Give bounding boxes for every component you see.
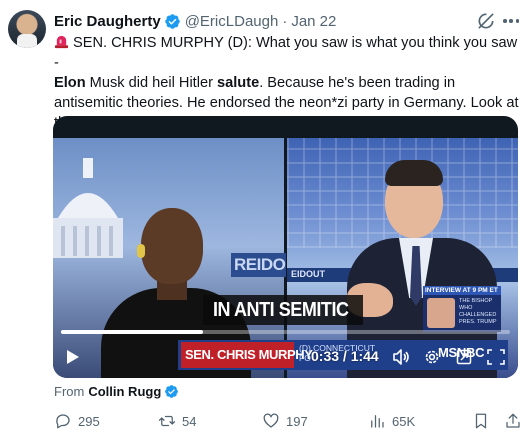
tweet-date[interactable]: Jan 22 bbox=[291, 13, 336, 30]
tweet-bold-salute: salute bbox=[217, 75, 260, 91]
interview-promo-image bbox=[427, 298, 455, 328]
interview-promo-box: INTERVIEW AT 9 PM ET THE BISHOP WHO CHAL… bbox=[423, 286, 501, 332]
video-progress-fill bbox=[61, 330, 204, 334]
share-icon bbox=[506, 413, 520, 428]
author-avatar[interactable] bbox=[8, 10, 46, 48]
tweet-actions: 295 54 197 65K bbox=[54, 412, 524, 432]
bookmark-icon bbox=[475, 413, 487, 429]
interview-promo-text: THE BISHOP WHO CHALLENGED PRES. TRUMP bbox=[459, 298, 497, 325]
like-count: 197 bbox=[286, 413, 308, 429]
video-time: 0:33 / 1:44 bbox=[311, 348, 379, 364]
grok-icon[interactable] bbox=[476, 11, 496, 31]
share-button[interactable] bbox=[504, 412, 528, 430]
play-icon[interactable] bbox=[66, 349, 80, 365]
tweet-card[interactable]: Eric Daugherty @EricLDaugh · Jan 22 SEN.… bbox=[0, 0, 530, 432]
verified-badge-icon bbox=[164, 13, 180, 29]
host-earring bbox=[137, 244, 145, 258]
settings-gear-icon[interactable] bbox=[423, 348, 441, 366]
author-handle[interactable]: @EricLDaugh bbox=[185, 13, 279, 30]
more-options-icon[interactable] bbox=[500, 11, 522, 31]
lower-third-name: SEN. CHRIS MURPHY bbox=[181, 342, 313, 368]
video-player[interactable]: REIDO EIDOUT INTERVIEW AT 9 PM ET THE BI… bbox=[53, 116, 518, 378]
tweet-bold-elon: Elon bbox=[54, 75, 86, 91]
interview-promo-label: INTERVIEW AT 9 PM ET bbox=[423, 286, 501, 295]
header-separator: · bbox=[282, 12, 288, 30]
author-display-name[interactable]: Eric Daugherty bbox=[54, 13, 161, 30]
bookmark-button[interactable] bbox=[472, 412, 496, 430]
repost-count: 54 bbox=[182, 413, 197, 429]
repost-button[interactable]: 54 bbox=[158, 412, 196, 430]
source-name[interactable]: Collin Rugg bbox=[88, 384, 161, 399]
views-button[interactable]: 65K bbox=[368, 412, 415, 430]
volume-icon[interactable] bbox=[392, 348, 410, 366]
verified-badge-icon bbox=[165, 385, 179, 398]
tweet-text-mid: Musk did heil Hitler bbox=[85, 75, 218, 91]
source-label: From bbox=[54, 384, 85, 399]
video-progress-bar[interactable] bbox=[61, 330, 510, 334]
avatar-shirt bbox=[17, 34, 37, 48]
capitol-dome-graphic bbox=[53, 158, 123, 258]
guest-figure-hair bbox=[385, 160, 443, 186]
tweet-header: Eric Daugherty @EricLDaugh · Jan 22 bbox=[54, 11, 336, 31]
repost-icon bbox=[158, 415, 176, 427]
heart-icon bbox=[263, 413, 279, 428]
host-figure-head bbox=[141, 208, 203, 284]
video-caption: IN ANTI SEMITIC bbox=[213, 299, 349, 321]
siren-emoji-icon bbox=[54, 35, 69, 49]
expand-icon[interactable] bbox=[487, 349, 505, 365]
source-attribution: From Collin Rugg bbox=[54, 384, 179, 399]
reply-button[interactable]: 295 bbox=[54, 412, 100, 430]
fullscreen-icon[interactable] bbox=[456, 349, 472, 365]
views-chart-icon bbox=[371, 415, 384, 428]
reply-count: 295 bbox=[78, 413, 100, 429]
reply-icon bbox=[56, 414, 70, 429]
tweet-text-line1: SEN. CHRIS MURPHY (D): What you saw is w… bbox=[54, 35, 518, 71]
views-count: 65K bbox=[392, 413, 416, 429]
reidout-logo: REIDO bbox=[231, 253, 286, 277]
like-button[interactable]: 197 bbox=[262, 412, 308, 430]
